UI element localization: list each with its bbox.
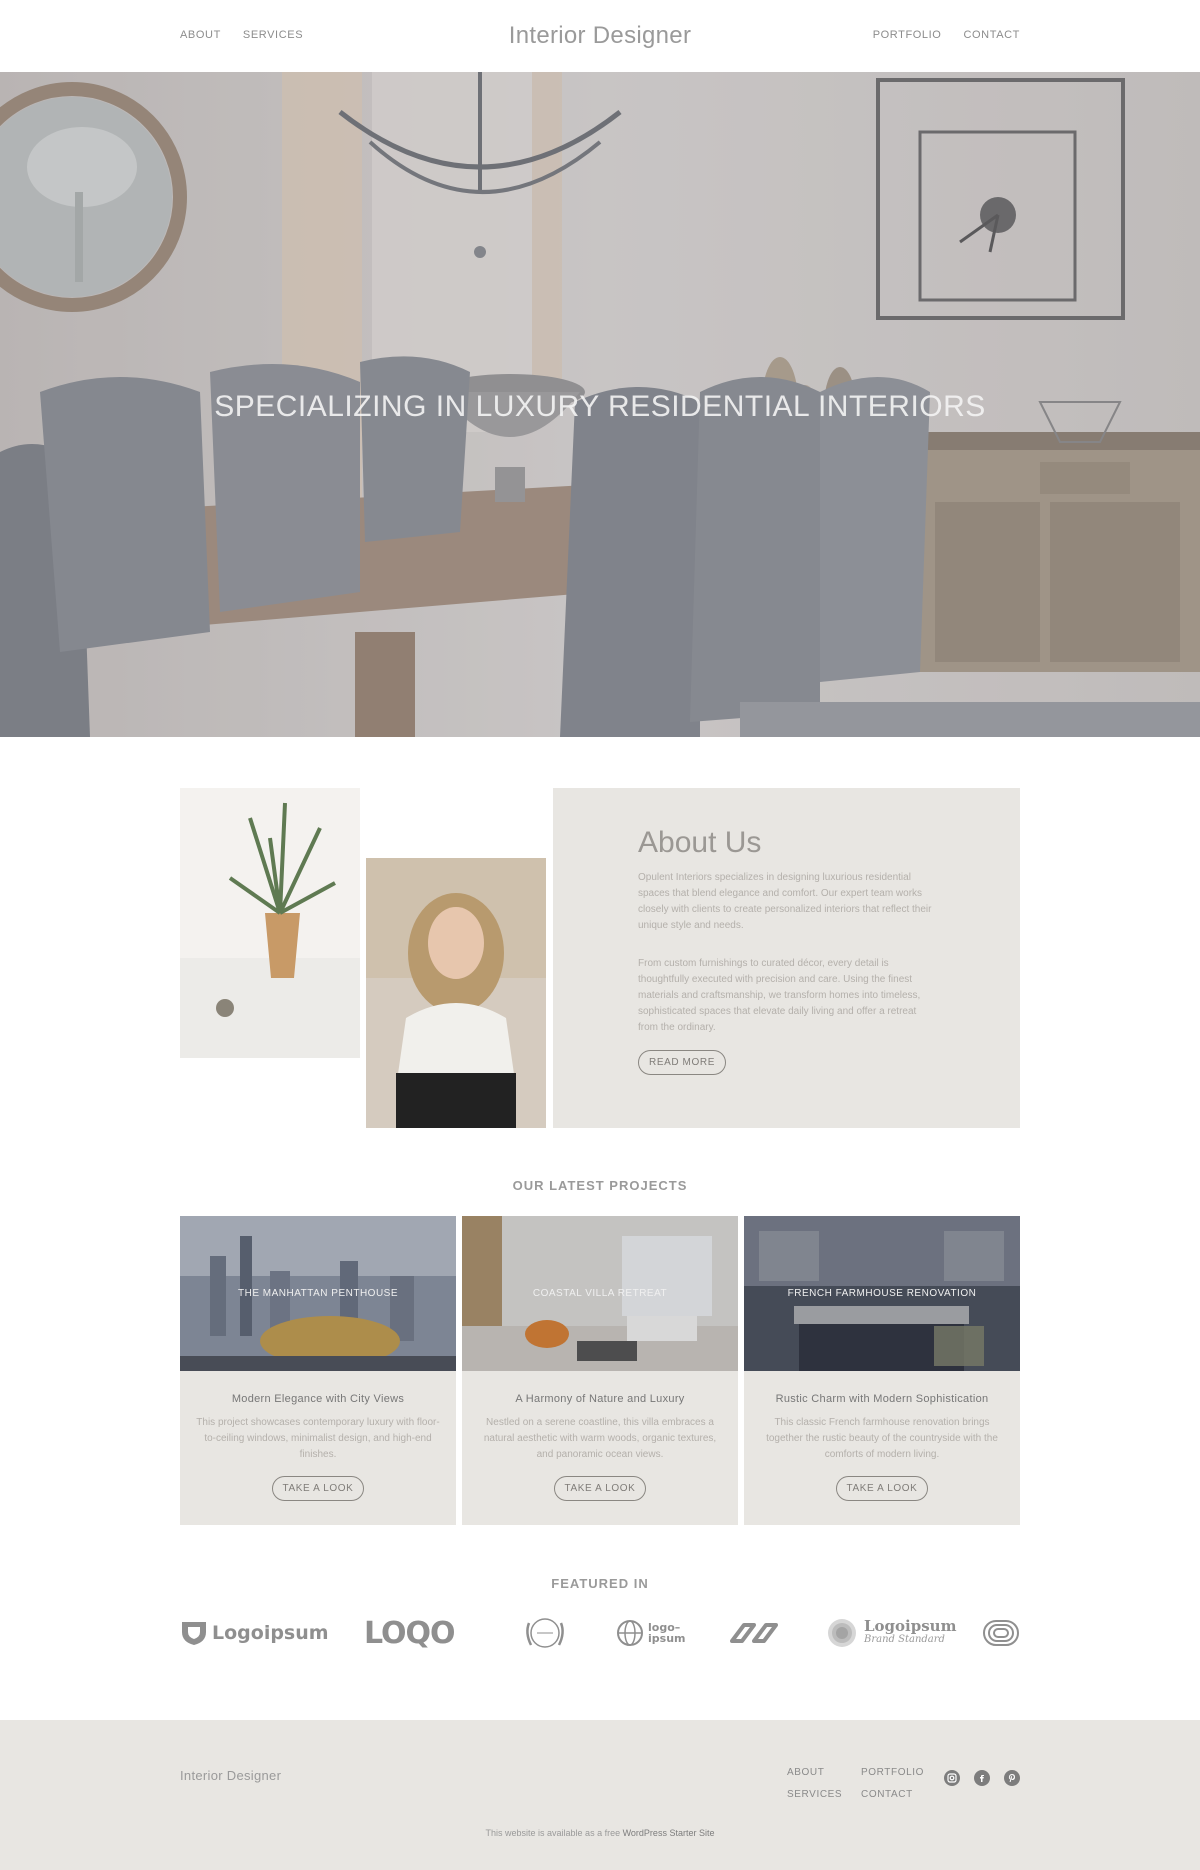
- circle-lines-logo-icon: Logoipsum Brand Standard: [826, 1615, 956, 1651]
- site-header: ABOUT SERVICES Interior Designer PORTFOL…: [0, 0, 1200, 72]
- hero-title: SPECIALIZING IN LUXURY RESIDENTIAL INTER…: [214, 390, 986, 423]
- project-card: COASTAL VILLA RETREAT A Harmony of Natur…: [462, 1216, 738, 1525]
- project-card: FRENCH FARMHOUSE RENOVATION Rustic Charm…: [744, 1216, 1020, 1525]
- laurel-badge-logo-icon: [523, 1615, 567, 1651]
- logo-text: Logoipsum: [864, 1617, 957, 1635]
- project-title: Rustic Charm with Modern Sophistication: [775, 1393, 989, 1405]
- about-title: About Us: [638, 826, 762, 859]
- take-a-look-button[interactable]: TAKE A LOOK: [271, 1476, 365, 1501]
- instagram-icon[interactable]: [944, 1770, 960, 1786]
- footer-nav-about[interactable]: ABOUT: [787, 1762, 842, 1784]
- oval-rings-logo-icon: [982, 1615, 1020, 1651]
- nav-portfolio[interactable]: PORTFOLIO: [873, 29, 942, 41]
- take-a-look-button[interactable]: TAKE A LOOK: [553, 1476, 647, 1501]
- site-title[interactable]: Interior Designer: [0, 22, 1200, 50]
- about-plant-image: [180, 788, 360, 1058]
- project-description: This project showcases contemporary luxu…: [196, 1417, 440, 1460]
- nav-right: PORTFOLIO CONTACT: [873, 29, 1020, 41]
- footer-nav-services[interactable]: SERVICES: [787, 1784, 842, 1806]
- take-a-look-button[interactable]: TAKE A LOOK: [835, 1476, 929, 1501]
- shield-logo-icon: Logoipsum: [180, 1615, 329, 1651]
- nav-contact[interactable]: CONTACT: [963, 29, 1020, 41]
- hero-section: SPECIALIZING IN LUXURY RESIDENTIAL INTER…: [0, 72, 1200, 737]
- about-paragraph-2: From custom furnishings to curated décor…: [638, 958, 921, 1033]
- project-image-label: COASTAL VILLA RETREAT: [532, 1288, 668, 1299]
- site-footer: Interior Designer ABOUT SERVICES PORTFOL…: [0, 1720, 1200, 1870]
- featured-heading: FEATURED IN: [551, 1576, 649, 1591]
- project-description: This classic French farmhouse renovation…: [766, 1417, 998, 1460]
- about-panel: About Us Opulent Interiors specializes i…: [553, 788, 1020, 1128]
- logo-text: LOQO: [364, 1615, 456, 1651]
- pinterest-icon[interactable]: [1004, 1770, 1020, 1786]
- logo-subtext: Brand Standard: [864, 1634, 945, 1645]
- globe-logo-icon: logo– ipsum: [616, 1615, 686, 1651]
- footer-nav-col-2: PORTFOLIO CONTACT: [861, 1762, 924, 1806]
- project-image-penthouse[interactable]: THE MANHATTAN PENTHOUSE: [180, 1216, 456, 1371]
- footer-credit-link[interactable]: WordPress Starter Site: [623, 1828, 715, 1838]
- footer-credit: This website is available as a free Word…: [0, 1828, 1200, 1838]
- project-image-label: THE MANHATTAN PENTHOUSE: [237, 1288, 399, 1299]
- projects-heading: OUR LATEST PROJECTS: [512, 1178, 688, 1193]
- project-title: A Harmony of Nature and Luxury: [515, 1393, 685, 1405]
- footer-nav-col-1: ABOUT SERVICES: [787, 1762, 842, 1806]
- footer-nav-portfolio[interactable]: PORTFOLIO: [861, 1762, 924, 1784]
- about-paragraph-1: Opulent Interiors specializes in designi…: [638, 872, 932, 931]
- project-title: Modern Elegance with City Views: [231, 1393, 405, 1405]
- footer-credit-text: This website is available as a free: [485, 1828, 623, 1838]
- about-designer-portrait: [366, 858, 546, 1128]
- logo-text: logo– ipsum: [648, 1621, 686, 1645]
- chain-logo-icon: [728, 1615, 780, 1651]
- project-card: THE MANHATTAN PENTHOUSE Modern Elegance …: [180, 1216, 456, 1525]
- project-description: Nestled on a serene coastline, this vill…: [483, 1417, 717, 1460]
- loqo-logo-icon: LOQO: [364, 1615, 456, 1651]
- facebook-icon[interactable]: [974, 1770, 990, 1786]
- logo-text: Logoipsum: [212, 1622, 329, 1644]
- footer-site-title[interactable]: Interior Designer: [180, 1768, 281, 1783]
- project-image-coastal-villa[interactable]: COASTAL VILLA RETREAT: [462, 1216, 738, 1371]
- project-image-farmhouse[interactable]: FRENCH FARMHOUSE RENOVATION: [744, 1216, 1020, 1371]
- read-more-button[interactable]: READ MORE: [638, 1050, 726, 1075]
- footer-nav-contact[interactable]: CONTACT: [861, 1784, 924, 1806]
- project-image-label: FRENCH FARMHOUSE RENOVATION: [787, 1288, 977, 1299]
